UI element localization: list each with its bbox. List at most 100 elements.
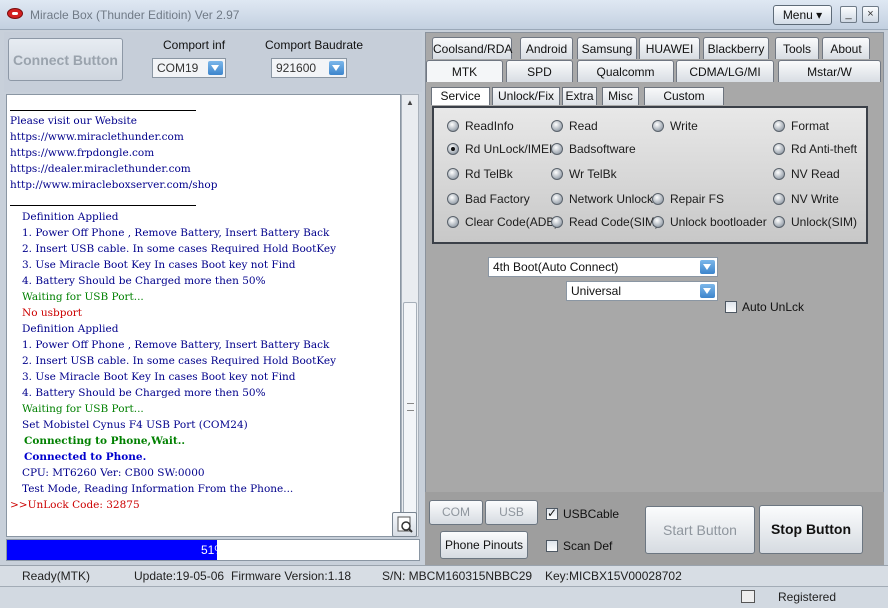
log-line: Waiting for USB Port... <box>22 291 144 303</box>
checkbox-box[interactable] <box>546 506 558 520</box>
radio-dot[interactable] <box>773 216 785 228</box>
radio-dot[interactable] <box>447 216 459 228</box>
radio-dot[interactable] <box>773 168 785 180</box>
phone-pinouts-button[interactable]: Phone Pinouts <box>440 531 528 559</box>
log-line: https://dealer.miraclethunder.com <box>10 163 191 175</box>
chevron-down-icon[interactable] <box>700 284 715 298</box>
tab-blackberry[interactable]: Blackberry <box>703 37 769 59</box>
subtab-custom-setting[interactable]: Custom Setting <box>644 87 724 120</box>
log-view-icon <box>397 516 413 533</box>
keyboard-icon <box>741 590 755 603</box>
radio-label: Bad Factory <box>465 192 530 206</box>
radio-dot[interactable] <box>773 143 785 155</box>
subtab-unlock-fix[interactable]: Unlock/Fix <box>492 87 560 105</box>
minimize-icon[interactable]: _ <box>840 6 857 23</box>
chevron-down-icon[interactable] <box>329 61 344 75</box>
comport-select[interactable]: COM19 <box>152 58 226 78</box>
radio-dot[interactable] <box>652 120 664 132</box>
radio-dot[interactable] <box>447 143 459 155</box>
radio-label: Write <box>670 119 698 133</box>
tab-coolsand-rda[interactable]: Coolsand/RDA <box>432 37 512 59</box>
chevron-down-icon[interactable] <box>700 260 715 274</box>
radio-dot[interactable] <box>773 193 785 205</box>
radio-dot[interactable] <box>447 193 459 205</box>
usb-scan-button[interactable]: USB Scan <box>485 500 538 542</box>
log-separator <box>10 205 196 206</box>
radio-dot[interactable] <box>773 120 785 132</box>
radio-dot[interactable] <box>551 143 563 155</box>
mode-select[interactable]: Universal <box>566 281 718 301</box>
tab-cdma-lg-mi[interactable]: CDMA/LG/MI <box>676 60 774 82</box>
scan-def-label: Scan Def <box>563 539 613 553</box>
radio-label: Repair FS <box>670 192 725 206</box>
log-line: Please visit our Website <box>10 115 137 127</box>
log-line: 3. Use Miracle Boot Key In cases Boot ke… <box>22 371 296 383</box>
status-update: Update:19-05-06 <box>134 569 225 583</box>
baud-select[interactable]: 921600 <box>271 58 347 78</box>
radio-dot[interactable] <box>652 216 664 228</box>
service-options: ReadInfo Rd UnLock/IMEI Rd TelBk Bad Factor… <box>432 106 868 244</box>
chevron-down-icon[interactable] <box>208 61 223 75</box>
checkbox-box[interactable] <box>725 301 737 313</box>
boot-select[interactable]: 4th Boot(Auto Connect) <box>488 257 718 277</box>
radio-dot[interactable] <box>652 193 664 205</box>
radio-label: Format <box>791 119 830 133</box>
log-line: 1. Power Off Phone , Remove Battery, Ins… <box>22 227 330 239</box>
window-title: Miracle Box (Thunder Editioin) Ver 2.97 <box>30 8 240 22</box>
status-registered: Registered <box>778 590 837 604</box>
progress-label: 51% <box>200 543 226 557</box>
mode-value: Universal <box>571 284 622 298</box>
bottom-status-strip: Registered <box>0 586 888 608</box>
radio-label: Rd UnLock/IMEI <box>465 142 553 156</box>
connect-button[interactable]: Connect Button <box>8 38 123 81</box>
tab-spd[interactable]: SPD <box>506 60 573 82</box>
save-log-button[interactable] <box>392 512 417 537</box>
subtab-misc[interactable]: Misc <box>602 87 639 105</box>
radio-label: Wr TelBk <box>569 167 617 181</box>
usbcable-label: USBCable <box>563 507 620 521</box>
log-output[interactable]: Please visit our Website https://www.mira… <box>6 94 401 537</box>
log-line: 4. Battery Should be Charged more then 5… <box>22 275 266 287</box>
progress-bar: 51% <box>6 539 420 561</box>
radio-label: Network Unlock <box>569 192 654 206</box>
subtab-extra[interactable]: Extra <box>562 87 597 105</box>
tab-about[interactable]: About <box>822 37 870 59</box>
radio-dot[interactable] <box>551 216 563 228</box>
scroll-up-icon[interactable]: ▲ <box>403 96 417 110</box>
com-scan-button[interactable]: COM Scan <box>429 500 483 542</box>
radio-dot[interactable] <box>447 120 459 132</box>
status-serial: S/N: MBCM160315NBBC29 <box>382 569 533 583</box>
start-button[interactable]: Start Button <box>645 506 755 554</box>
log-scrollbar[interactable]: ▲ ▼ <box>401 94 419 537</box>
stop-button[interactable]: Stop Button <box>759 505 863 554</box>
tab-mstar-w[interactable]: Mstar/W <box>778 60 881 82</box>
log-line: 4. Battery Should be Charged more then 5… <box>22 387 266 399</box>
tab-android[interactable]: Android <box>520 37 573 59</box>
log-line: 3. Use Miracle Boot Key In cases Boot ke… <box>22 259 296 271</box>
radio-label: Rd TelBk <box>465 167 513 181</box>
tab-mtk[interactable]: MTK <box>426 60 503 82</box>
log-line: >>UnLock Code: 32875 <box>10 499 140 511</box>
auto-unlock-label: Auto UnLck <box>742 300 805 314</box>
tab-samsung[interactable]: Samsung <box>577 37 637 59</box>
tab-huawei[interactable]: HUAWEI <box>639 37 700 59</box>
radio-dot[interactable] <box>447 168 459 180</box>
close-icon[interactable]: × <box>862 6 879 23</box>
grip-icon <box>407 403 414 411</box>
radio-label: NV Write <box>791 192 839 206</box>
scroll-thumb[interactable] <box>403 302 417 530</box>
status-ready: Ready(MTK) <box>22 569 91 583</box>
baud-label: Comport Baudrate <box>265 38 364 52</box>
subtab-service[interactable]: Service <box>431 87 490 105</box>
tab-qualcomm[interactable]: Qualcomm <box>577 60 674 82</box>
log-line: Connecting to Phone,Wait.. <box>24 435 186 447</box>
tab-tools[interactable]: Tools <box>775 37 819 59</box>
radio-dot[interactable] <box>551 193 563 205</box>
log-line: Definition Applied <box>22 323 119 335</box>
radio-dot[interactable] <box>551 120 563 132</box>
menu-button[interactable]: Menu ▾ <box>773 5 832 25</box>
radio-label: Unlock(SIM) <box>791 215 858 229</box>
checkbox-box[interactable] <box>546 540 558 552</box>
log-line: Definition Applied <box>22 211 119 223</box>
radio-dot[interactable] <box>551 168 563 180</box>
